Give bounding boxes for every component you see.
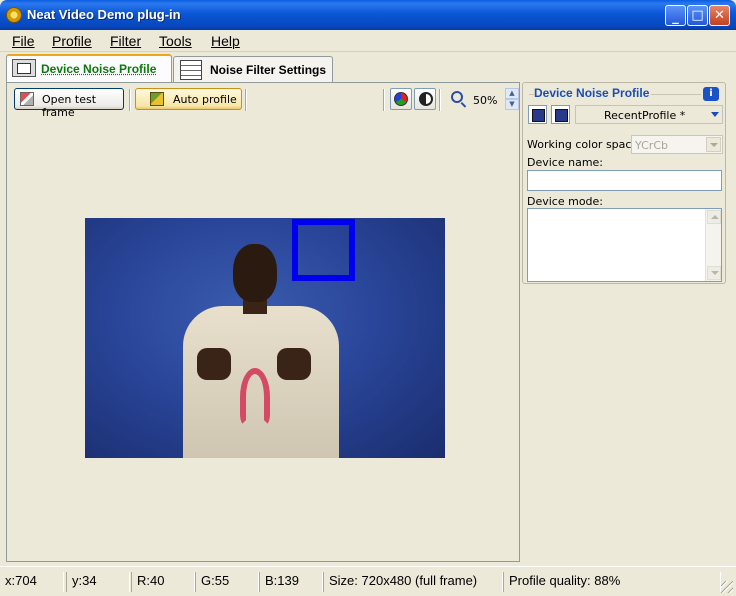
- video-frame[interactable]: [85, 218, 445, 458]
- status-bar: x:704 y:34 R:40 G:55 B:139 Size: 720x480…: [0, 566, 736, 596]
- menu-file[interactable]: File: [12, 33, 35, 49]
- zoom-icon[interactable]: [451, 91, 463, 103]
- maximize-icon: □: [691, 8, 704, 23]
- menu-bar: File Profile Filter Tools Help: [0, 30, 736, 52]
- noise-sample-selection[interactable]: [292, 219, 355, 281]
- info-icon: i: [709, 88, 713, 99]
- device-noise-profile-panel: Device Noise Profile i RecentProfile * W…: [522, 82, 726, 284]
- zoom-up-arrow[interactable]: ▲: [505, 88, 519, 99]
- toolbar-separator: [245, 89, 247, 111]
- panel-title: Device Noise Profile: [534, 86, 652, 100]
- tab-label: Device Noise Profile: [41, 62, 157, 76]
- device-name-label: Device name:: [527, 156, 604, 169]
- sliders-icon: [180, 60, 202, 80]
- status-green: G:55: [195, 572, 259, 592]
- open-frame-icon: [20, 92, 34, 106]
- menu-help[interactable]: Help: [211, 33, 240, 49]
- status-frame-size: Size: 720x480 (full frame): [323, 572, 503, 592]
- right-hand: [277, 348, 311, 380]
- auto-profile-icon: [150, 92, 164, 106]
- menu-profile[interactable]: Profile: [52, 33, 92, 49]
- open-test-frame-button[interactable]: Open test frame: [14, 88, 124, 119]
- brightness-icon: [419, 92, 433, 106]
- device-name-field[interactable]: [527, 170, 722, 191]
- device-mode-label: Device mode:: [527, 195, 604, 208]
- info-button[interactable]: i: [703, 87, 719, 101]
- close-icon: ✕: [714, 8, 725, 23]
- color-channels-button[interactable]: [390, 88, 412, 110]
- zoom-level: 50%: [473, 94, 498, 107]
- profile-select-value: RecentProfile *: [604, 109, 686, 122]
- person-head: [233, 244, 277, 302]
- app-icon: [6, 7, 22, 23]
- device-mode-scrollbar[interactable]: [705, 209, 721, 281]
- status-blue: B:139: [259, 572, 323, 592]
- minimize-icon: _: [672, 10, 679, 25]
- preview-panel: Open test frame Auto profile 50% ▲ ▼: [6, 82, 520, 562]
- rgb-icon: [394, 92, 408, 106]
- scroll-down-icon[interactable]: [707, 266, 721, 280]
- chevron-down-icon: [711, 112, 719, 117]
- menu-tools[interactable]: Tools: [159, 33, 192, 49]
- brightness-button[interactable]: [414, 88, 436, 110]
- working-color-space-select[interactable]: YCrCb: [631, 135, 723, 154]
- scroll-up-icon[interactable]: [707, 210, 721, 224]
- status-profile-quality: Profile quality: 88%: [503, 572, 721, 592]
- toolbar-separator: [129, 89, 131, 111]
- working-color-space-value: YCrCb: [635, 139, 668, 152]
- save-profile-button[interactable]: [551, 105, 570, 124]
- working-color-space-label: Working color space:: [527, 138, 642, 151]
- status-x: x:704: [0, 572, 64, 592]
- zoom-down-arrow[interactable]: ▼: [505, 99, 519, 110]
- status-red: R:40: [131, 572, 195, 592]
- toolbar-separator: [383, 89, 385, 111]
- title-bar[interactable]: Neat Video Demo plug-in _ □ ✕: [0, 0, 736, 30]
- camera-icon: [12, 59, 36, 77]
- close-button[interactable]: ✕: [709, 5, 730, 26]
- left-hand: [197, 348, 231, 380]
- tab-device-noise-profile[interactable]: Device Noise Profile: [6, 54, 172, 82]
- load-profile-button[interactable]: [528, 105, 547, 124]
- device-mode-field[interactable]: [527, 208, 722, 282]
- open-test-frame-label: Open test frame: [42, 93, 97, 119]
- window-title: Neat Video Demo plug-in: [27, 7, 181, 22]
- tab-noise-filter-settings[interactable]: Noise Filter Settings: [173, 56, 333, 82]
- auto-profile-label: Auto profile: [173, 93, 237, 106]
- zoom-spinner[interactable]: ▲ ▼: [505, 88, 519, 110]
- maximize-button[interactable]: □: [687, 5, 708, 26]
- profile-select[interactable]: RecentProfile *: [575, 105, 723, 124]
- resize-grip[interactable]: [721, 581, 733, 593]
- tab-label: Noise Filter Settings: [210, 63, 327, 77]
- ribbon-graphic: [240, 368, 270, 426]
- status-y: y:34: [66, 572, 130, 592]
- chevron-down-icon: [706, 137, 721, 152]
- minimize-button[interactable]: _: [665, 5, 686, 26]
- toolbar-separator: [439, 89, 441, 111]
- menu-filter[interactable]: Filter: [110, 33, 141, 49]
- auto-profile-button[interactable]: Auto profile: [135, 88, 242, 110]
